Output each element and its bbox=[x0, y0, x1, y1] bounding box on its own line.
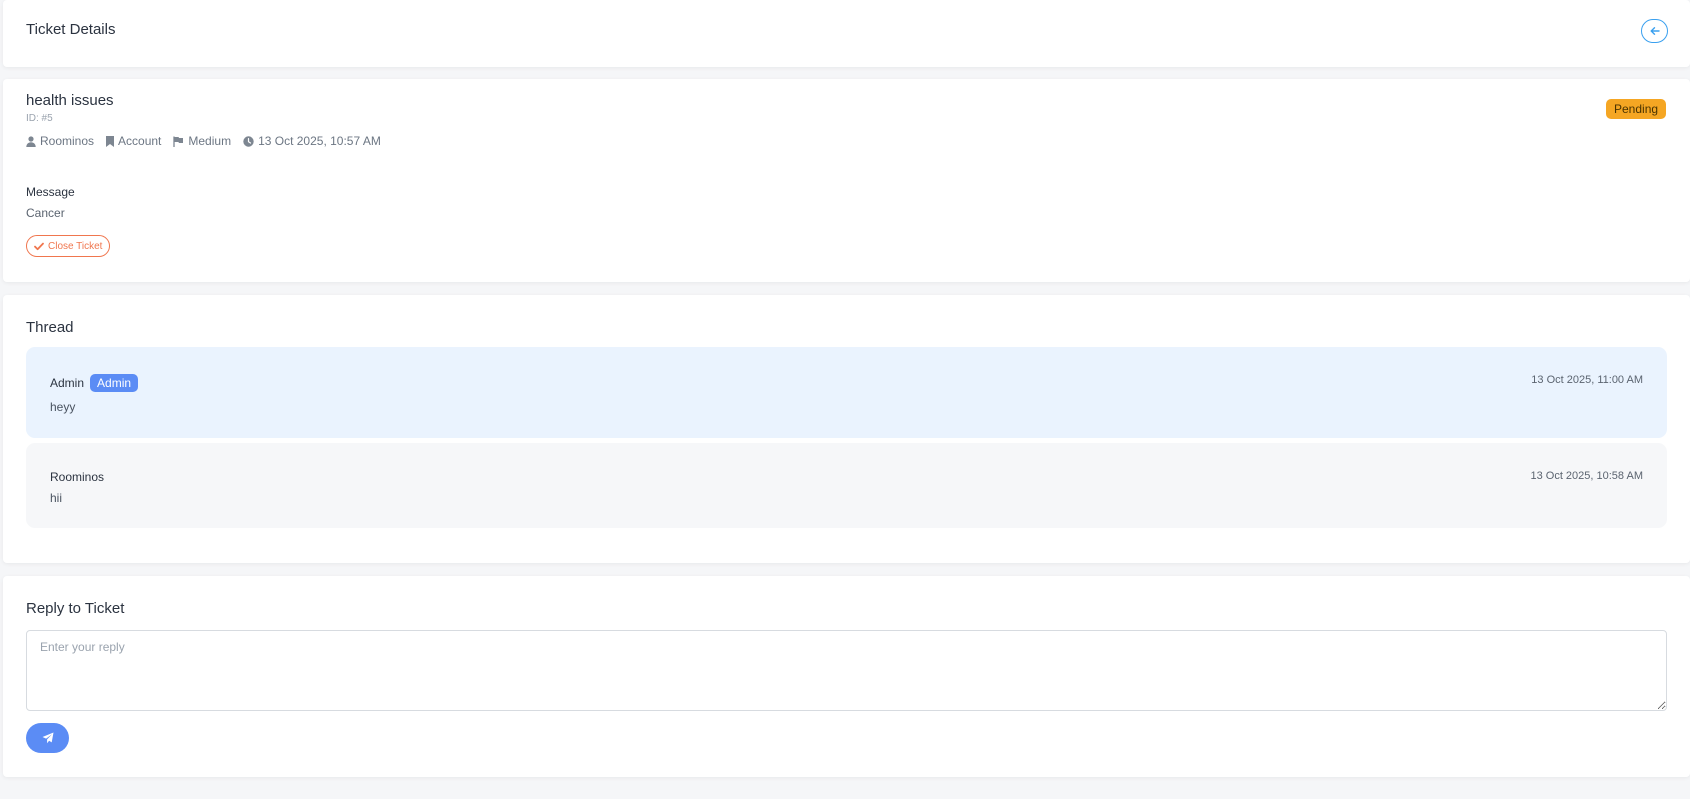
flag-icon bbox=[173, 136, 184, 147]
meta-user-label: Roominos bbox=[40, 134, 95, 148]
arrow-left-icon bbox=[1650, 27, 1660, 35]
message-text: Cancer bbox=[26, 206, 65, 220]
send-reply-button[interactable] bbox=[26, 723, 69, 753]
bookmark-icon bbox=[106, 135, 115, 147]
ticket-subject: health issues bbox=[26, 92, 114, 109]
meta-created: 13 Oct 2025, 10:57 AM bbox=[243, 134, 381, 148]
role-badge: Admin bbox=[90, 374, 139, 392]
meta-created-label: 13 Oct 2025, 10:57 AM bbox=[258, 134, 381, 148]
thread-card: Thread Admin Admin 13 Oct 2025, 11:00 AM… bbox=[3, 295, 1690, 563]
meta-priority: Medium bbox=[173, 134, 231, 148]
message-author: Roominos bbox=[50, 470, 104, 484]
message-time: 13 Oct 2025, 10:58 AM bbox=[1530, 470, 1643, 482]
meta-category-label: Account bbox=[118, 134, 162, 148]
back-button[interactable] bbox=[1641, 19, 1668, 43]
meta-priority-label: Medium bbox=[188, 134, 232, 148]
ticket-summary-card: health issues ID: #5 Pending Roominos Ac… bbox=[3, 79, 1690, 282]
message-label: Message bbox=[26, 185, 75, 199]
meta-category: Account bbox=[106, 134, 161, 148]
check-icon bbox=[34, 242, 44, 250]
message-author: Admin Admin bbox=[50, 374, 139, 392]
reply-card: Reply to Ticket bbox=[3, 576, 1690, 777]
author-name: Admin bbox=[50, 376, 85, 390]
thread-title: Thread bbox=[26, 319, 74, 336]
thread-message-admin: Admin Admin 13 Oct 2025, 11:00 AM heyy bbox=[26, 347, 1667, 438]
close-ticket-label: Close Ticket bbox=[48, 240, 103, 252]
status-badge: Pending bbox=[1606, 99, 1667, 119]
reply-title: Reply to Ticket bbox=[26, 600, 125, 617]
ticket-id: ID: #5 bbox=[26, 113, 53, 124]
thread-message-user: Roominos 13 Oct 2025, 10:58 AM hii bbox=[26, 443, 1667, 528]
reply-textarea[interactable] bbox=[26, 630, 1667, 711]
meta-user: Roominos bbox=[26, 134, 94, 148]
author-name: Roominos bbox=[50, 470, 105, 484]
page-title: Ticket Details bbox=[26, 21, 116, 38]
message-time: 13 Oct 2025, 11:00 AM bbox=[1531, 374, 1643, 386]
paper-plane-icon bbox=[42, 732, 53, 744]
message-body: heyy bbox=[50, 400, 76, 414]
ticket-meta: Roominos Account Medium 13 Oct 2025, 10:… bbox=[26, 134, 393, 148]
message-body: hii bbox=[50, 491, 63, 505]
user-icon bbox=[26, 135, 36, 147]
clock-icon bbox=[243, 135, 254, 147]
ticket-header: Ticket Details bbox=[3, 0, 1690, 67]
close-ticket-button[interactable]: Close Ticket bbox=[26, 235, 111, 257]
